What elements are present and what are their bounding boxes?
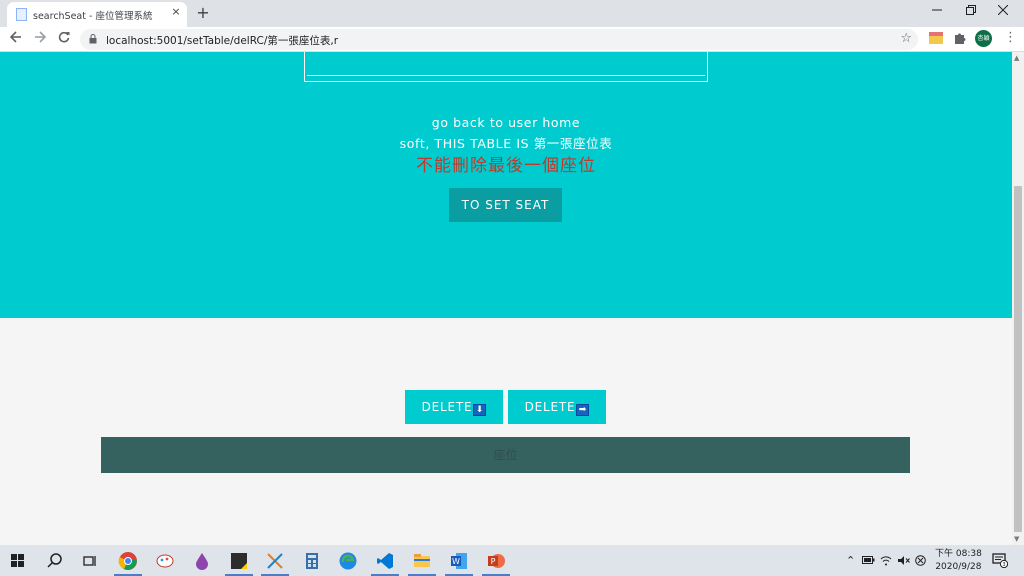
extensions-puzzle-icon[interactable] — [952, 30, 968, 46]
down-arrow-icon: ⬇ — [473, 404, 487, 416]
delete-column-button[interactable]: DELETE ➡ — [508, 390, 606, 424]
right-arrow-icon: ➡ — [576, 404, 590, 416]
snipping-tool-icon[interactable] — [265, 551, 285, 571]
url-text: localhost:5001/setTable/delRC/第一張座位表,r — [106, 35, 339, 47]
close-icon — [997, 4, 1009, 16]
word-icon[interactable]: W — [449, 551, 469, 571]
back-button[interactable] — [6, 29, 26, 49]
sticky-notes-icon[interactable] — [229, 551, 249, 571]
powerpoint-icon[interactable]: P — [486, 551, 506, 571]
tray-expand-icon[interactable]: ⌃ — [846, 554, 855, 567]
profile-avatar[interactable]: 杏穎 — [975, 30, 992, 47]
seat-cell[interactable]: 座位 — [101, 437, 910, 473]
address-bar[interactable]: localhost:5001/setTable/delRC/第一張座位表,r ☆ — [80, 29, 918, 50]
browser-tab[interactable]: searchSeat - 座位管理系統 × — [7, 2, 187, 27]
ime-close-icon[interactable] — [915, 555, 926, 566]
battery-icon[interactable] — [862, 555, 875, 565]
extension-icon[interactable] — [928, 30, 944, 46]
tab-title: searchSeat - 座位管理系統 — [33, 11, 153, 22]
windows-taskbar: W P ⌃ 下午 08:38 2020/9/28 3 — [0, 545, 1024, 576]
browser-toolbar: localhost:5001/setTable/delRC/第一張座位表,r ☆ — [0, 27, 1024, 52]
to-set-seat-button[interactable]: TO SET SEAT — [449, 188, 562, 222]
back-to-home-link[interactable]: go back to user home — [0, 115, 1012, 130]
file-explorer-icon[interactable] — [412, 551, 432, 571]
system-clock[interactable]: 下午 08:38 2020/9/28 — [935, 548, 982, 574]
tab-close-icon[interactable]: × — [169, 5, 183, 18]
paint-icon[interactable] — [155, 551, 175, 571]
clock-time: 下午 08:38 — [935, 549, 982, 559]
edge-icon[interactable] — [338, 551, 358, 571]
wifi-icon[interactable] — [880, 555, 892, 566]
new-tab-button[interactable]: + — [195, 3, 211, 22]
error-message: 不能刪除最後一個座位 — [416, 156, 596, 176]
search-icon[interactable] — [45, 551, 65, 571]
reload-button[interactable] — [54, 29, 74, 49]
back-arrow-icon — [9, 31, 21, 43]
drop-app-icon[interactable] — [192, 551, 212, 571]
bookmark-star-icon[interactable]: ☆ — [900, 31, 912, 46]
close-window-button[interactable] — [980, 2, 1024, 22]
calculator-icon[interactable] — [302, 551, 322, 571]
delete-row-button[interactable]: DELETE ⬇ — [405, 390, 503, 424]
table-notice: soft, THIS TABLE IS 第一張座位表 — [399, 136, 613, 151]
svg-text:P: P — [491, 557, 496, 566]
scroll-down-icon[interactable]: ▼ — [1014, 535, 1019, 543]
page-scrollbar[interactable]: ▲ ▼ — [1012, 52, 1024, 545]
lock-icon — [89, 34, 97, 44]
notification-center-icon[interactable]: 3 — [992, 552, 1008, 568]
form-box-inner — [307, 52, 705, 76]
notification-count: 3 — [1002, 562, 1005, 568]
vscode-icon[interactable] — [375, 551, 395, 571]
browser-tab-bar: searchSeat - 座位管理系統 × + — [0, 0, 1024, 27]
windows-start-icon[interactable] — [11, 554, 24, 567]
forward-arrow-icon — [35, 31, 47, 43]
chrome-icon[interactable] — [118, 551, 138, 571]
svg-text:W: W — [452, 557, 460, 566]
hero-section: go back to user home soft, THIS TABLE IS… — [0, 52, 1012, 318]
scroll-thumb[interactable] — [1014, 186, 1022, 532]
page-favicon-icon — [16, 8, 27, 21]
page-viewport: go back to user home soft, THIS TABLE IS… — [0, 52, 1012, 545]
forward-button[interactable] — [30, 29, 50, 49]
form-box — [304, 52, 708, 82]
volume-muted-icon[interactable] — [897, 555, 910, 566]
restore-icon — [966, 5, 976, 15]
reload-icon — [58, 31, 70, 43]
scroll-up-icon[interactable]: ▲ — [1014, 54, 1019, 62]
delete-row-label: DELETE — [421, 400, 473, 414]
delete-column-label: DELETE — [524, 400, 576, 414]
minimize-icon — [932, 9, 942, 11]
task-view-icon[interactable] — [80, 551, 100, 571]
browser-menu-icon[interactable]: ⋮ — [1004, 30, 1017, 45]
clock-date: 2020/9/28 — [935, 562, 982, 572]
